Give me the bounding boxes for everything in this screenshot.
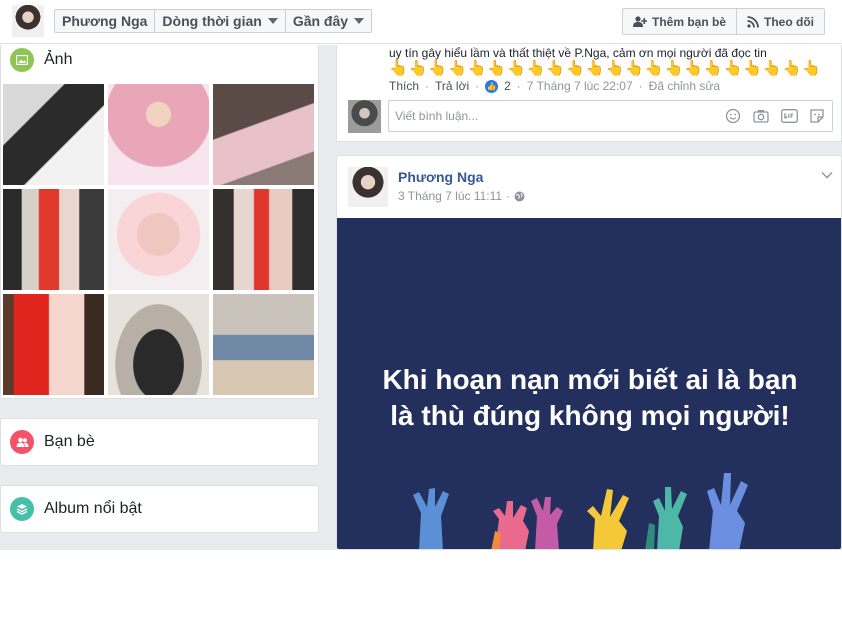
photos-title: Ảnh xyxy=(44,51,73,68)
photo-thumbnail[interactable] xyxy=(213,294,314,395)
emoji-icon[interactable] xyxy=(724,107,742,125)
comment-meta: Thích · Trả lời · 👍 2 · 7 Tháng 7 lúc 22… xyxy=(389,79,720,93)
comment-emojis: 👆👆👆👆👆👆👆👆👆👆👆👆👆👆👆👆👆👆👆👆👆👆 xyxy=(389,60,822,77)
photo-thumbnail[interactable] xyxy=(3,189,104,290)
comment-reply-link[interactable]: Trả lời xyxy=(435,79,469,93)
add-friend-button[interactable]: Thêm bạn bè xyxy=(623,9,738,34)
hand-shape xyxy=(413,488,449,549)
photo-thumbnail[interactable] xyxy=(213,189,314,290)
follow-button[interactable]: Theo dõi xyxy=(737,9,824,34)
hand-shape xyxy=(645,487,687,549)
albums-header[interactable]: Album nổi bật xyxy=(10,497,142,521)
like-thumb-icon: 👍 xyxy=(485,79,499,93)
comment-text: uy tín gây hiểu lầm và thất thiệt về P.N… xyxy=(389,46,767,60)
meta-separator: · xyxy=(506,189,511,203)
comment-like-link[interactable]: Thích xyxy=(389,79,419,93)
profile-name-button[interactable]: Phương Nga xyxy=(55,10,156,32)
meta-separator: · xyxy=(638,79,643,93)
chevron-down-icon xyxy=(267,18,278,24)
comment-timestamp[interactable]: 7 Tháng 7 lúc 22:07 xyxy=(527,79,633,93)
hand-shape xyxy=(491,501,529,549)
albums-title: Album nổi bật xyxy=(44,500,142,517)
profile-actions: Thêm bạn bè Theo dõi xyxy=(622,8,826,35)
add-friend-label: Thêm bạn bè xyxy=(652,14,727,29)
chevron-down-icon xyxy=(354,18,365,24)
post-quote-line-1: Khi hoạn nạn mới biết ai là bạn xyxy=(382,364,798,395)
comment-input-placeholder: Viết bình luận... xyxy=(395,109,479,123)
hand-shape xyxy=(587,489,629,549)
hand-shape xyxy=(707,473,748,549)
photo-icon xyxy=(10,48,34,72)
album-stack-icon xyxy=(10,497,34,521)
post-meta: 3 Tháng 7 lúc 11:11 · xyxy=(398,189,525,203)
recent-dropdown-label: Gần đây xyxy=(292,13,349,29)
comment-edited-label[interactable]: Đã chỉnh sửa xyxy=(649,79,720,93)
follow-label: Theo dõi xyxy=(764,14,815,29)
photo-thumbnail[interactable] xyxy=(3,294,104,395)
comment-like-count[interactable]: 2 xyxy=(504,79,511,93)
post-author-name[interactable]: Phương Nga xyxy=(398,169,483,185)
chevron-down-icon[interactable] xyxy=(821,168,833,182)
comment-composer: Viết bình luận... xyxy=(347,100,833,134)
meta-separator: · xyxy=(425,79,430,93)
comment-card: uy tín gây hiểu lầm và thất thiệt về P.N… xyxy=(336,45,842,142)
post-quote: Khi hoạn nạn mới biết ai là bạn là thù đ… xyxy=(337,362,841,434)
post-card: Phương Nga 3 Tháng 7 lúc 11:11 · Khi hoạ… xyxy=(336,155,842,550)
photo-thumbnail[interactable] xyxy=(108,189,209,290)
friends-card[interactable]: Bạn bè xyxy=(0,418,319,466)
camera-icon[interactable] xyxy=(752,107,770,125)
hands-illustration xyxy=(413,473,748,549)
photos-card: Ảnh xyxy=(0,45,319,399)
photo-grid xyxy=(3,84,316,395)
post-image[interactable]: Khi hoạn nạn mới biết ai là bạn là thù đ… xyxy=(337,218,841,549)
post-timestamp[interactable]: 3 Tháng 7 lúc 11:11 xyxy=(398,189,502,203)
timeline-nav-bar: Phương Nga Dòng thời gian Gần đây Thêm b… xyxy=(0,0,842,44)
post-quote-line-2: là thù đúng không mọi người! xyxy=(390,400,790,431)
recent-dropdown[interactable]: Gần đây xyxy=(286,10,371,32)
globe-icon xyxy=(514,191,525,201)
gif-icon[interactable] xyxy=(780,107,798,125)
friends-icon xyxy=(10,430,34,454)
photo-thumbnail[interactable] xyxy=(3,84,104,185)
meta-separator: · xyxy=(475,79,480,93)
photos-header[interactable]: Ảnh xyxy=(10,48,72,72)
photo-thumbnail[interactable] xyxy=(108,84,209,185)
post-author-avatar[interactable] xyxy=(348,167,388,207)
hand-shape xyxy=(531,497,563,549)
friends-header[interactable]: Bạn bè xyxy=(10,430,95,454)
timeline-dropdown-label: Dòng thời gian xyxy=(162,13,262,29)
sticker-icon[interactable] xyxy=(808,107,826,125)
featured-albums-card[interactable]: Album nổi bật xyxy=(0,485,319,533)
rss-icon xyxy=(747,15,759,28)
facebook-timeline: Phương Nga Dòng thời gian Gần đây Thêm b… xyxy=(0,0,842,644)
photo-thumbnail[interactable] xyxy=(213,84,314,185)
meta-separator: · xyxy=(516,79,521,93)
friends-title: Bạn bè xyxy=(44,433,95,450)
comment-input[interactable]: Viết bình luận... xyxy=(388,100,833,132)
composer-icons xyxy=(724,107,826,125)
photo-thumbnail[interactable] xyxy=(108,294,209,395)
profile-name-label: Phương Nga xyxy=(62,13,148,29)
profile-avatar[interactable] xyxy=(12,5,44,37)
viewer-avatar xyxy=(348,100,381,133)
add-friend-icon xyxy=(633,15,647,27)
timeline-dropdown[interactable]: Dòng thời gian xyxy=(155,10,286,32)
timeline-nav-group: Phương Nga Dòng thời gian Gần đây xyxy=(54,9,373,33)
